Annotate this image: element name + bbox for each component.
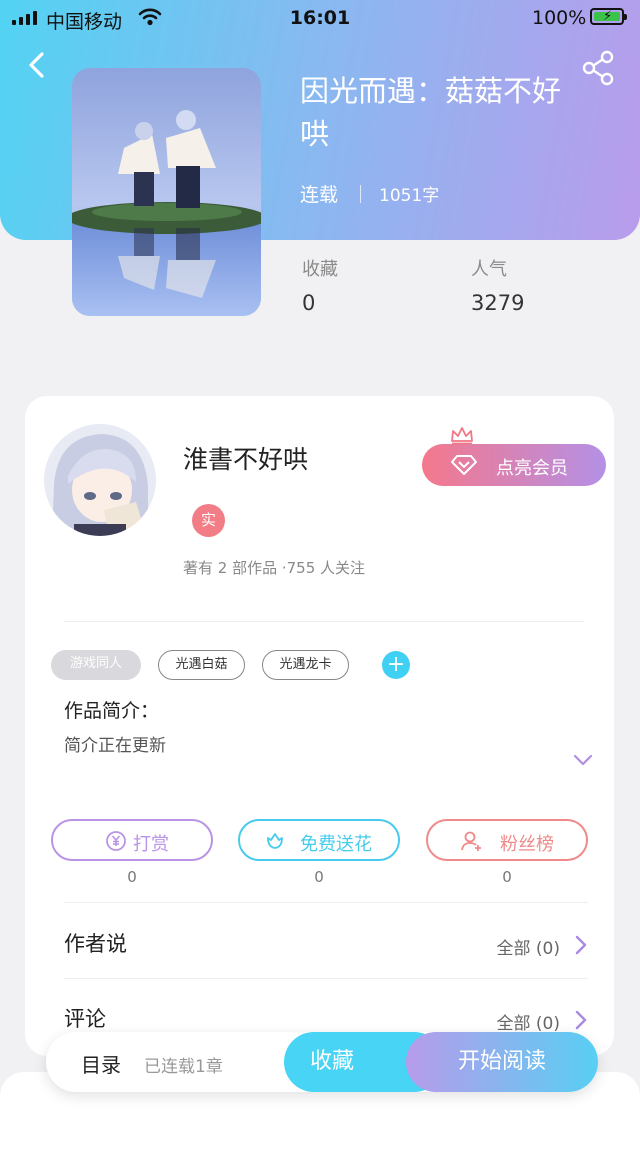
separator <box>360 184 362 203</box>
flower-icon <box>267 833 283 849</box>
tip-count: 0 <box>127 868 137 886</box>
battery-percent: 100% <box>532 7 587 29</box>
intro-text: 简介正在更新 <box>64 736 166 756</box>
fan-ranking-button[interactable]: 粉丝榜 <box>426 819 588 861</box>
back-arrow-icon[interactable] <box>22 48 52 82</box>
toc-button[interactable]: 目录 <box>81 1049 121 1078</box>
stat-label: 收藏 <box>302 259 338 280</box>
vip-button[interactable]: 点亮会员 <box>422 444 606 486</box>
divider <box>64 621 584 622</box>
chevron-right-icon[interactable] <box>574 1009 588 1031</box>
battery-icon: ⚡ <box>590 8 627 25</box>
start-reading-button[interactable]: 开始阅读 <box>406 1032 598 1092</box>
divider <box>64 902 588 903</box>
intro-label: 作品简介： <box>64 700 160 722</box>
author-says-row[interactable]: 作者说 全部 (0) <box>64 928 588 960</box>
crown-icon <box>451 427 473 445</box>
divider <box>64 978 588 979</box>
add-tag-button[interactable]: + <box>382 651 410 679</box>
share-icon[interactable] <box>580 50 616 86</box>
stat-value: 3279 <box>471 291 525 315</box>
author-says-label: 作者说 <box>64 932 127 956</box>
author-avatar[interactable] <box>44 424 156 536</box>
comments-more[interactable]: 全部 (0) <box>497 1009 560 1034</box>
fan-ranking-count: 0 <box>502 868 512 886</box>
tag-sky-white-mushroom[interactable]: 光遇白菇 <box>158 650 245 680</box>
book-cover-image[interactable] <box>72 68 261 316</box>
comments-label: 评论 <box>64 1007 106 1031</box>
fan-ranking-label: 粉丝榜 <box>500 834 554 855</box>
stat-popularity: 人气 3279 <box>471 255 524 315</box>
chevron-right-icon[interactable] <box>574 934 588 956</box>
flower-count: 0 <box>314 868 324 886</box>
stat-value: 0 <box>302 291 316 315</box>
tag-game-fanfic[interactable]: 游戏同人 <box>51 650 141 680</box>
status-bar: 中国移动 16:01 100% ⚡ <box>0 0 640 36</box>
tag-sky-dragon-card[interactable]: 光遇龙卡 <box>262 650 349 680</box>
author-name[interactable]: 淮書不好哄 <box>183 440 308 476</box>
tip-label: 打赏 <box>133 834 169 855</box>
chapter-count: 已连载1章 <box>144 1057 223 1077</box>
book-serial-info: 连载 1051字 <box>300 180 439 207</box>
send-flower-label: 免费送花 <box>300 834 372 855</box>
comments-row[interactable]: 评论 全部 (0) <box>64 1003 588 1035</box>
user-ranking-icon <box>461 831 481 851</box>
serial-status: 连载 <box>300 184 339 206</box>
yuan-coin-icon <box>106 831 126 851</box>
word-count: 1051字 <box>379 186 440 206</box>
vip-button-label: 点亮会员 <box>496 458 568 479</box>
stat-label: 人气 <box>471 259 507 280</box>
verified-badge: 实 <box>192 504 225 537</box>
author-meta: 著有 2 部作品 ·755 人关注 <box>183 559 366 577</box>
tip-button[interactable]: 打赏 <box>51 819 213 861</box>
expand-chevron-icon[interactable] <box>572 752 594 768</box>
author-says-more[interactable]: 全部 (0) <box>497 934 560 959</box>
diamond-icon <box>451 455 477 475</box>
stat-favorites: 收藏 0 <box>302 255 338 315</box>
book-title: 因光而遇：菇菇不好哄 <box>300 74 562 151</box>
send-flower-button[interactable]: 免费送花 <box>238 819 400 861</box>
